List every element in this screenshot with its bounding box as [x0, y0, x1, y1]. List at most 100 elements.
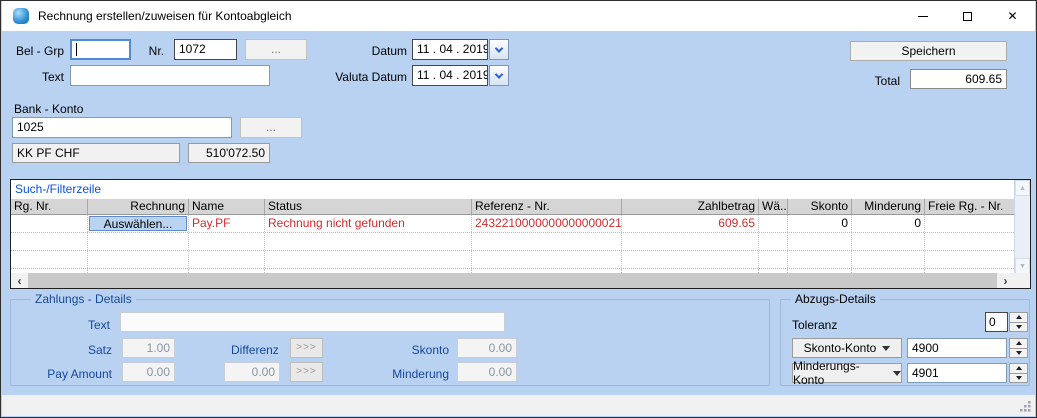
column-header-waehrung[interactable]: Wä...: [759, 199, 788, 214]
bank-balance-field: 510'072.50: [188, 143, 270, 163]
spinner-up-button[interactable]: [1009, 312, 1028, 322]
cell-waehrung[interactable]: [759, 215, 788, 232]
spinner-down-button[interactable]: [1009, 322, 1028, 333]
toleranz-spinner[interactable]: [1009, 312, 1028, 332]
skonto-konto-input[interactable]: 4900: [907, 338, 1007, 358]
payment-skonto-label: Skonto: [397, 343, 449, 357]
column-header-rg-nr[interactable]: Rg. Nr.: [11, 199, 88, 214]
window-title: Rechnung erstellen/zuweisen für Kontoabg…: [38, 9, 292, 23]
dropdown-arrow-icon: [893, 371, 901, 376]
text-label: Text: [14, 70, 64, 84]
scroll-up-icon: ▲: [1019, 185, 1026, 192]
dropdown-arrow-icon: [882, 346, 890, 351]
nr-browse-button[interactable]: ...: [245, 39, 307, 60]
minimize-button[interactable]: [900, 1, 945, 31]
grid-empty-cell: [88, 251, 189, 268]
grid-empty-cell: [88, 233, 189, 250]
spinner-down-button[interactable]: [1009, 348, 1028, 359]
toleranz-input[interactable]: 0: [985, 312, 1008, 332]
cell-rg-nr[interactable]: [11, 215, 88, 232]
spinner-up-icon: [1016, 315, 1022, 319]
search-filter-row[interactable]: Such-/Filterzeile: [11, 180, 1030, 198]
column-header-minderung[interactable]: Minderung: [852, 199, 925, 214]
payment-skonto-input: 0.00: [457, 338, 517, 358]
payment-minderung-label: Minderung: [382, 367, 449, 381]
differenz2-input: 0.00: [224, 362, 280, 382]
column-header-zahlbetrag[interactable]: Zahlbetrag: [622, 199, 759, 214]
column-header-referenz[interactable]: Referenz - Nr.: [472, 199, 622, 214]
scroll-right-button[interactable]: ›: [997, 273, 1014, 288]
cell-status[interactable]: Rechnung nicht gefunden: [265, 215, 472, 232]
client-area: Bel - Grp Nr. 1072 ... Datum 11 . 04 . 2…: [2, 31, 1037, 396]
differenz2-transfer-button[interactable]: >>>: [290, 362, 323, 382]
app-icon: [13, 8, 29, 24]
bel-grp-input[interactable]: [70, 39, 131, 60]
minderungs-konto-input[interactable]: 4901: [907, 363, 1007, 383]
title-bar: Rechnung erstellen/zuweisen für Kontoabg…: [2, 1, 1035, 31]
valuta-datum-input[interactable]: 11 . 04 . 2019: [412, 65, 488, 86]
scroll-right-icon: ›: [1004, 276, 1008, 286]
table-row[interactable]: Auswählen... Pay.PF Rechnung nicht gefun…: [11, 215, 1030, 233]
cell-skonto[interactable]: 0: [788, 215, 852, 232]
grid-empty-cell: [11, 251, 88, 268]
vertical-scrollbar[interactable]: ▲ ▼: [1014, 180, 1030, 274]
bank-konto-input[interactable]: 1025: [12, 117, 232, 138]
cell-minderung[interactable]: 0: [852, 215, 925, 232]
satz-label: Satz: [62, 343, 112, 357]
grid-empty-cell: [759, 233, 788, 250]
spinner-down-icon: [1016, 325, 1022, 329]
cell-name[interactable]: Pay.PF: [189, 215, 265, 232]
scroll-up-button[interactable]: ▲: [1015, 180, 1030, 196]
total-value: 609.65: [910, 69, 1007, 89]
app-window: Rechnung erstellen/zuweisen für Kontoabg…: [0, 0, 1037, 418]
grid-empty-cell: [788, 233, 852, 250]
auswaehlen-button[interactable]: Auswählen...: [89, 216, 187, 231]
nr-label: Nr.: [136, 44, 164, 58]
minderungs-konto-dropdown-label: Minderungs-Konto: [793, 359, 890, 387]
grid-header: Rg. Nr. Rechnung Name Status Referenz - …: [11, 198, 1030, 215]
grid-empty-cell: [265, 251, 472, 268]
maximize-button[interactable]: [945, 1, 990, 31]
skonto-konto-dropdown[interactable]: Skonto-Konto: [792, 338, 902, 358]
datum-dropdown-button[interactable]: [489, 39, 509, 60]
invoice-grid: Such-/Filterzeile Rg. Nr. Rechnung Name …: [10, 179, 1031, 289]
bank-browse-button[interactable]: ...: [240, 117, 302, 138]
maximize-icon: [963, 12, 972, 21]
close-button[interactable]: ✕: [990, 1, 1035, 31]
cell-referenz[interactable]: 2432210000000000000021410575: [472, 215, 622, 232]
spinner-down-icon: [1016, 376, 1022, 380]
cell-rechnung: Auswählen...: [88, 215, 189, 232]
spinner-up-button[interactable]: [1009, 338, 1028, 348]
nr-input[interactable]: 1072: [174, 39, 237, 60]
scrollbar-corner: [1014, 273, 1030, 288]
grid-empty-cell: [622, 251, 759, 268]
toleranz-label: Toleranz: [792, 318, 837, 332]
skonto-konto-spinner[interactable]: [1009, 338, 1028, 358]
datum-input[interactable]: 11 . 04 . 2019: [412, 39, 488, 60]
horizontal-scrollbar[interactable]: ‹ ›: [11, 273, 1014, 288]
grid-empty-cell: [759, 251, 788, 268]
minderungs-konto-spinner[interactable]: [1009, 363, 1028, 383]
spinner-up-button[interactable]: [1009, 363, 1028, 373]
column-header-rechnung[interactable]: Rechnung: [88, 199, 189, 214]
payment-text-input[interactable]: [120, 312, 505, 332]
grid-empty-cell: [189, 233, 265, 250]
spinner-down-button[interactable]: [1009, 373, 1028, 384]
column-header-skonto[interactable]: Skonto: [788, 199, 852, 214]
scroll-left-button[interactable]: ‹: [11, 273, 28, 288]
save-button[interactable]: Speichern: [850, 41, 1007, 61]
text-input[interactable]: [70, 65, 270, 86]
valuta-dropdown-button[interactable]: [489, 65, 509, 86]
column-header-status[interactable]: Status: [265, 199, 472, 214]
scroll-down-button[interactable]: ▼: [1015, 258, 1030, 274]
spinner-down-icon: [1016, 351, 1022, 355]
grid-empty-row: [11, 251, 1030, 269]
grid-empty-cell: [852, 233, 925, 250]
differenz-transfer-button[interactable]: >>>: [290, 338, 323, 358]
minderungs-konto-dropdown[interactable]: Minderungs-Konto: [792, 363, 902, 383]
cell-zahlbetrag[interactable]: 609.65: [622, 215, 759, 232]
grid-empty-row: [11, 233, 1030, 251]
column-header-name[interactable]: Name: [189, 199, 265, 214]
differenz-label: Differenz: [231, 343, 279, 357]
resize-grip-icon[interactable]: [1019, 400, 1032, 413]
